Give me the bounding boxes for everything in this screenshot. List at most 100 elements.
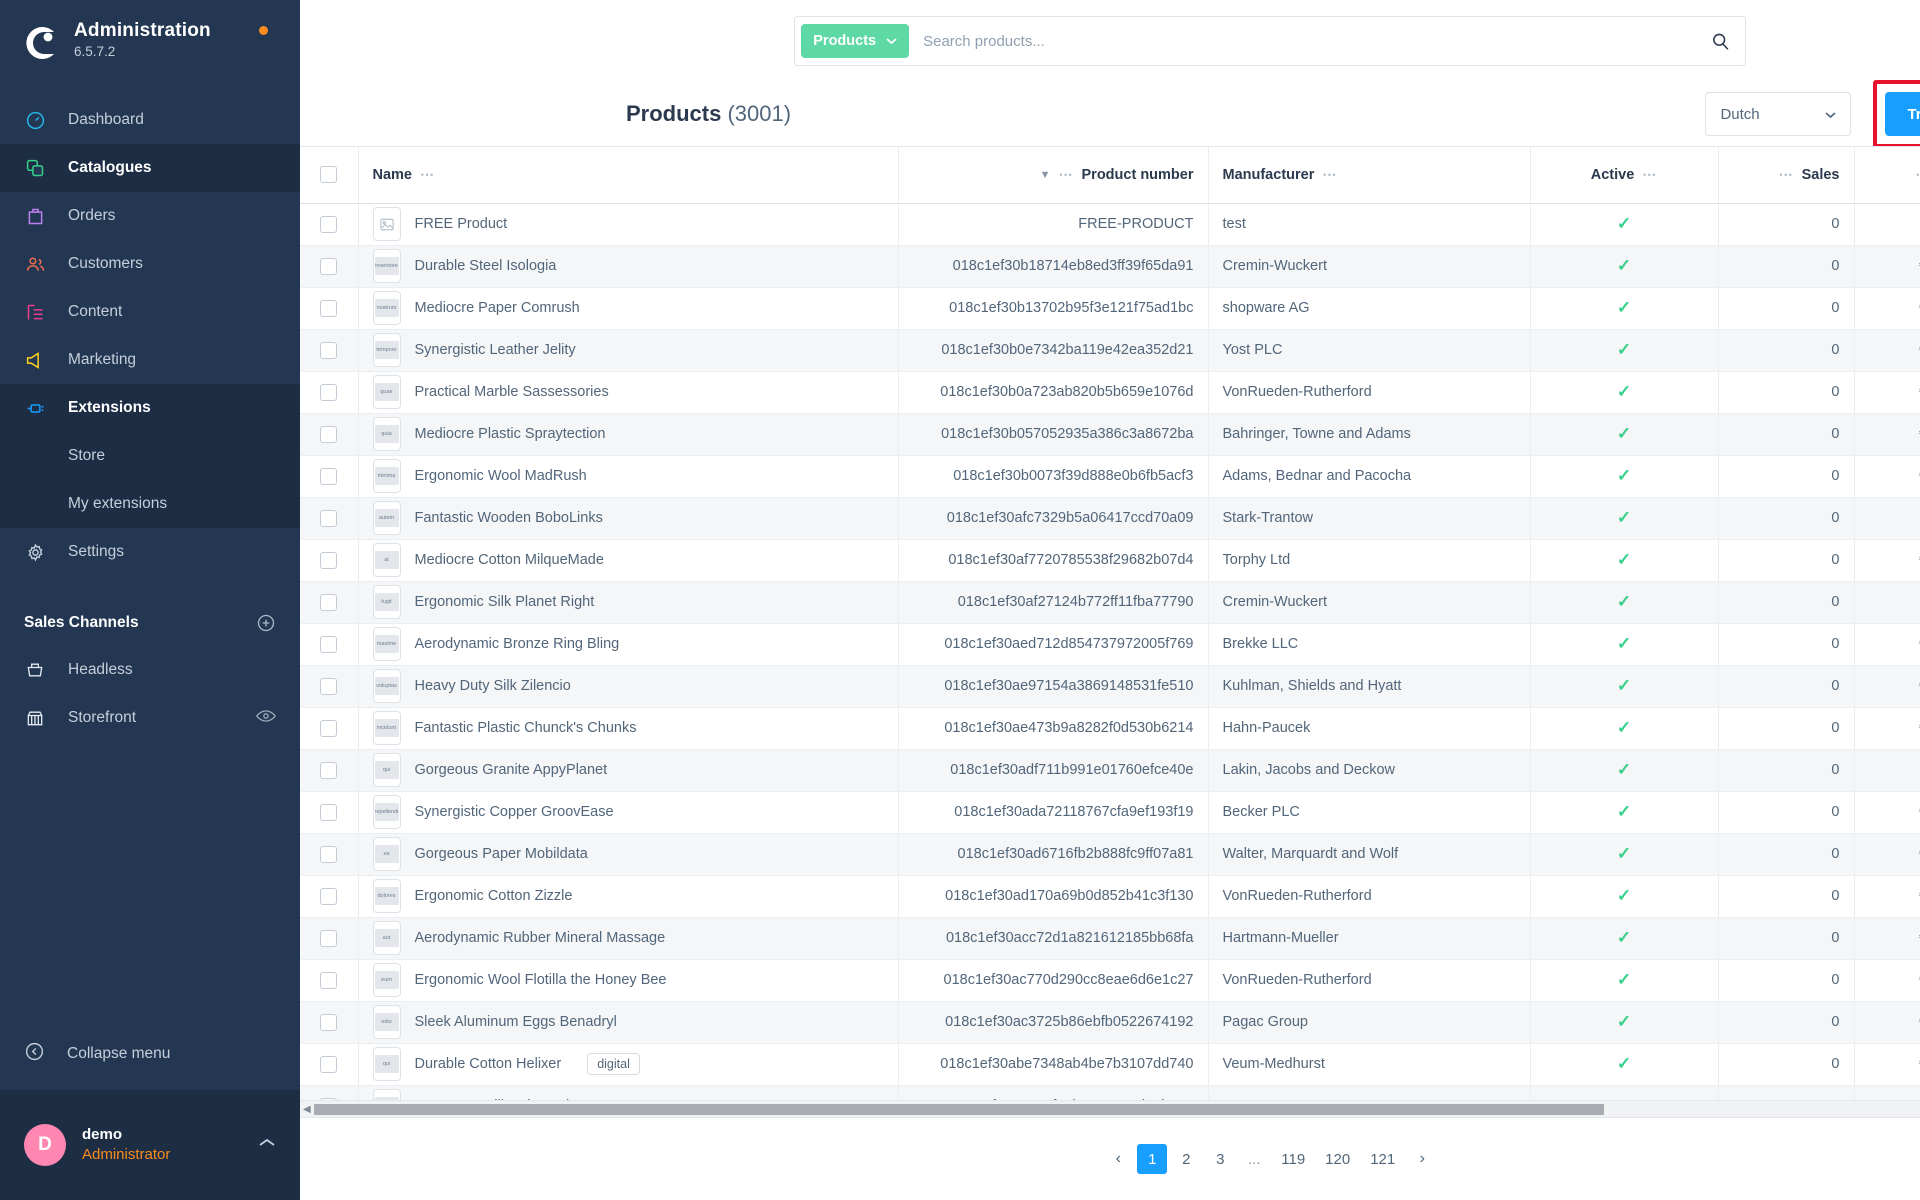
table-row[interactable]: ea Gorgeous Paper Mobildata 018c1ef30ad671…: [300, 833, 1920, 876]
horizontal-scrollbar[interactable]: ◀ ▶: [300, 1101, 1920, 1118]
column-options-icon[interactable]: ⋯: [1642, 166, 1657, 183]
table-row[interactable]: fugit Ergonomic Silk Planet Right 018c1ef3…: [300, 581, 1920, 624]
eye-icon[interactable]: [256, 709, 276, 728]
pagination-next[interactable]: ›: [1407, 1144, 1437, 1174]
row-checkbox[interactable]: [320, 341, 338, 359]
row-checkbox[interactable]: [320, 635, 338, 653]
table-row[interactable]: repellendus Synergistic Copper GroovEase 0…: [300, 791, 1920, 834]
row-checkbox[interactable]: [320, 929, 338, 947]
pagination-page-121[interactable]: 121: [1362, 1144, 1403, 1174]
product-name[interactable]: Sleek Aluminum Eggs Benadryl: [415, 1014, 617, 1030]
user-menu[interactable]: D demo Administrator: [0, 1090, 300, 1200]
table-row[interactable]: quae Practical Marble Sassessories 018c1ef…: [300, 371, 1920, 414]
table-row[interactable]: minima Ergonomic Wool MadRush 018c1ef30b00…: [300, 455, 1920, 498]
pagination-page-120[interactable]: 120: [1317, 1144, 1358, 1174]
sidebar-item-dashboard[interactable]: Dashboard: [0, 96, 300, 144]
chevron-up-icon[interactable]: [258, 1136, 276, 1154]
row-checkbox[interactable]: [320, 425, 338, 443]
product-name[interactable]: Ergonomic Cotton Zizzle: [415, 888, 573, 904]
table-row[interactable]: voluptas Heavy Duty Silk Zilencio 018c1ef3…: [300, 665, 1920, 708]
product-name[interactable]: Mediocre Paper Comrush: [415, 300, 580, 316]
table-row[interactable]: qui Gorgeous Granite AppyPlanet 018c1ef30a…: [300, 749, 1920, 792]
pagination-page-3[interactable]: 3: [1205, 1144, 1235, 1174]
row-checkbox[interactable]: [320, 677, 338, 695]
product-name[interactable]: Practical Marble Sassessories: [415, 384, 609, 400]
product-name[interactable]: Mediocre Plastic Spraytection: [415, 426, 606, 442]
pagination-page-1[interactable]: 1: [1137, 1144, 1168, 1174]
sidebar-item-my-extensions[interactable]: My extensions: [0, 480, 300, 528]
sidebar-item-catalogues[interactable]: Catalogues: [0, 144, 300, 192]
column-header-manufacturer[interactable]: Manufacturer ⋯: [1208, 147, 1531, 204]
product-name[interactable]: Gorgeous Granite AppyPlanet: [415, 762, 608, 778]
plus-circle-icon[interactable]: [256, 613, 276, 633]
column-options-icon[interactable]: ⋯: [1059, 166, 1074, 183]
row-checkbox[interactable]: [320, 971, 338, 989]
row-checkbox[interactable]: [320, 383, 338, 401]
sidebar-item-marketing[interactable]: Marketing: [0, 336, 300, 384]
row-checkbox[interactable]: [320, 257, 338, 275]
sidebar-item-storefront[interactable]: Storefront: [0, 694, 300, 742]
product-name[interactable]: Heavy Duty Silk Zilencio: [415, 678, 571, 694]
table-row[interactable]: autem Fantastic Wooden BoboLinks 018c1ef30…: [300, 497, 1920, 540]
collapse-menu-button[interactable]: Collapse menu: [0, 1030, 300, 1078]
row-checkbox[interactable]: [320, 1055, 338, 1073]
sidebar-item-orders[interactable]: Orders: [0, 192, 300, 240]
horizontal-scroll-thumb[interactable]: [314, 1103, 1604, 1115]
table-row[interactable]: tempore Synergistic Leather Jelity 018c1ef…: [300, 329, 1920, 372]
product-name[interactable]: Durable Steel Isologia: [415, 258, 557, 274]
sidebar-item-settings[interactable]: Settings: [0, 528, 300, 576]
row-checkbox[interactable]: [320, 551, 338, 569]
column-header-euro[interactable]: ⋯ Euro: [1854, 147, 1920, 204]
product-name[interactable]: Synergistic Copper GroovEase: [415, 804, 614, 820]
column-options-icon[interactable]: ⋯: [1915, 166, 1920, 183]
row-checkbox[interactable]: [320, 719, 338, 737]
table-row[interactable]: quia Mediocre Plastic Spraytection 018c1ef…: [300, 413, 1920, 456]
table-row[interactable]: nostrum Mediocre Paper Comrush 018c1ef30b1…: [300, 287, 1920, 330]
product-name[interactable]: FREE Product: [415, 216, 508, 232]
translate-button[interactable]: Translate: [1885, 92, 1920, 136]
sidebar-item-content[interactable]: Content: [0, 288, 300, 336]
row-checkbox[interactable]: [320, 887, 338, 905]
product-name[interactable]: Aerodynamic Rubber Mineral Massage: [415, 930, 666, 946]
column-options-icon[interactable]: ⋯: [1779, 166, 1794, 183]
sidebar-item-extensions[interactable]: Extensions: [0, 384, 300, 432]
table-row[interactable]: qui Durable Cotton Helixer digital 018c1ef3…: [300, 1043, 1920, 1086]
table-row[interactable]: FREE ProductFREE-PRODUCTtest✓0€0.00⋯: [300, 203, 1920, 246]
sidebar-item-store[interactable]: Store: [0, 432, 300, 480]
product-name[interactable]: Gorgeous Paper Mobildata: [415, 846, 588, 862]
language-select[interactable]: Dutch: [1705, 92, 1852, 136]
row-checkbox[interactable]: [320, 803, 338, 821]
product-name[interactable]: Durable Cotton Helixer: [415, 1056, 562, 1072]
column-header-name[interactable]: Name ⋯: [357, 147, 899, 204]
sidebar-item-customers[interactable]: Customers: [0, 240, 300, 288]
data-grid-scroll[interactable]: Name ⋯ ▼ ⋯ Product number Manufacturer ⋯…: [300, 146, 1920, 1101]
table-row[interactable]: at Mediocre Cotton MilqueMade 018c1ef30af7…: [300, 539, 1920, 582]
row-checkbox[interactable]: [320, 593, 338, 611]
table-row[interactable]: odio Sleek Aluminum Eggs Benadryl 018c1ef3…: [300, 1001, 1920, 1044]
sort-desc-icon[interactable]: ▼: [1040, 169, 1051, 181]
table-row[interactable]: incidunt Fantastic Plastic Chunck's Chunk…: [300, 707, 1920, 750]
search-scope-selector[interactable]: Products: [801, 24, 910, 58]
pagination-page-119[interactable]: 119: [1273, 1144, 1313, 1174]
search-icon[interactable]: [1701, 32, 1739, 51]
product-name[interactable]: Mediocre Cotton MilqueMade: [415, 552, 604, 568]
select-all-checkbox[interactable]: [320, 166, 338, 184]
row-checkbox[interactable]: [320, 467, 338, 485]
row-checkbox[interactable]: [320, 761, 338, 779]
row-checkbox[interactable]: [320, 1013, 338, 1031]
table-row[interactable]: dolores Ergonomic Cotton Zizzle 018c1ef30a…: [300, 875, 1920, 918]
table-row[interactable]: inventore Durable Steel Isologia 018c1ef30…: [300, 245, 1920, 288]
product-name[interactable]: Synergistic Leather Jelity: [415, 342, 576, 358]
table-row[interactable]: quisEnormous Silk Juice Itel018c1ef3093e…: [300, 1085, 1920, 1100]
table-row[interactable]: maxime Aerodynamic Bronze Ring Bling 018c1…: [300, 623, 1920, 666]
column-options-icon[interactable]: ⋯: [1322, 166, 1337, 183]
row-checkbox[interactable]: [320, 845, 338, 863]
row-checkbox[interactable]: [320, 299, 338, 317]
column-header-sales[interactable]: ⋯ Sales: [1718, 147, 1855, 204]
column-options-icon[interactable]: ⋯: [420, 166, 435, 183]
product-name[interactable]: Aerodynamic Bronze Ring Bling: [415, 636, 620, 652]
pagination-prev[interactable]: ‹: [1103, 1144, 1133, 1174]
product-name[interactable]: Fantastic Plastic Chunck's Chunks: [415, 720, 637, 736]
sidebar-item-headless[interactable]: Headless: [0, 646, 300, 694]
row-checkbox[interactable]: [320, 215, 338, 233]
